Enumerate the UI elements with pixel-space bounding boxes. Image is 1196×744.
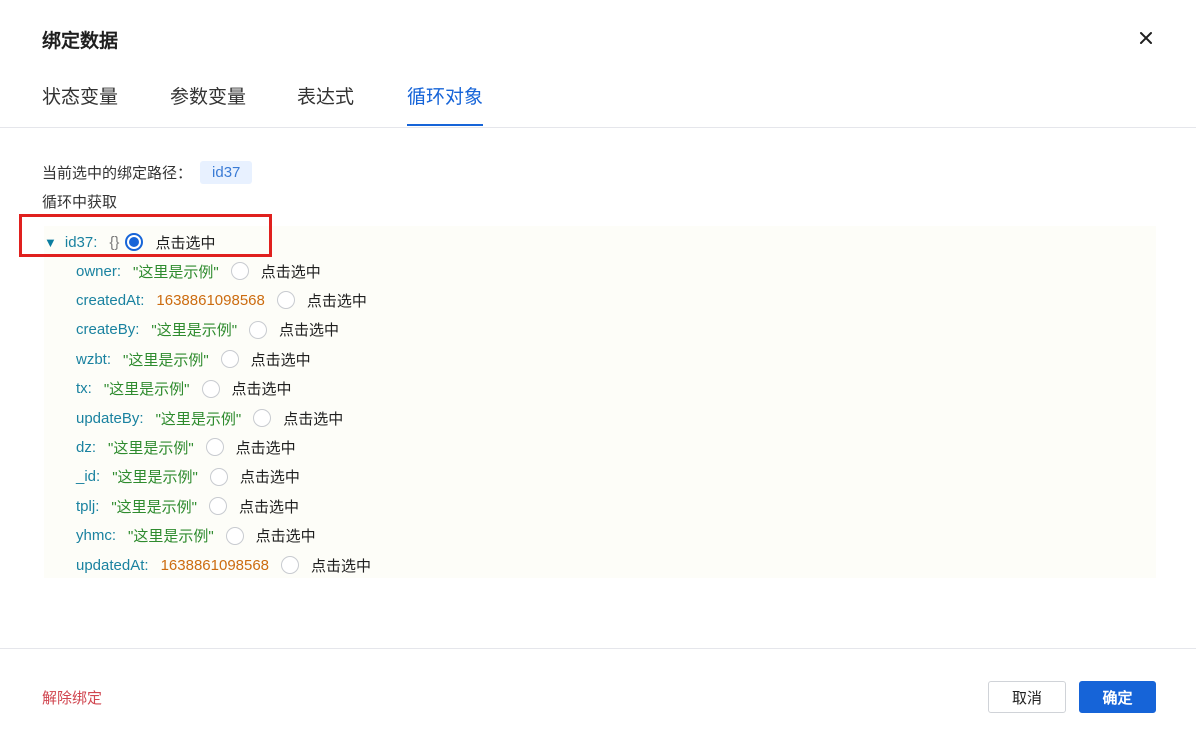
node-colon: :: [91, 438, 97, 456]
data-tree: ▼ id37: {} 点击选中 owner: "这里是示例" 点击选中 created…: [44, 226, 1156, 578]
node-select-radio[interactable]: [249, 320, 268, 339]
node-value: "这里是示例": [111, 498, 198, 516]
footer-divider: [0, 648, 1196, 649]
node-select-radio[interactable]: [209, 497, 228, 516]
pick-label[interactable]: 点击选中: [256, 525, 316, 546]
node-colon: :: [140, 291, 145, 309]
tab-state-variable[interactable]: 状态变量: [42, 82, 118, 109]
node-key: tx: [76, 380, 88, 398]
node-key: yhmc: [76, 527, 112, 545]
node-value: "这里是示例": [151, 322, 238, 340]
node-value: "这里是示例": [133, 263, 219, 281]
confirm-button[interactable]: 确定: [1079, 681, 1156, 713]
tree-child-node: tplj: "这里是示例" 点击选中: [76, 492, 299, 520]
tree-child-node: createdAt:1638861098568 点击选中: [76, 286, 367, 314]
node-colon: :: [116, 262, 122, 280]
node-colon: :: [135, 321, 140, 339]
tree-child-node: owner: "这里是示例" 点击选中: [76, 257, 321, 285]
node-key: dz: [76, 438, 92, 456]
highlight-box: [19, 214, 272, 257]
node-key: _id: [76, 468, 97, 486]
tree-child-node: wzbt: "这里是示例" 点击选中: [76, 345, 311, 373]
active-tab-indicator: [407, 124, 483, 126]
node-key: tplj: [76, 497, 96, 515]
tree-child-node: dz: "这里是示例" 点击选中: [76, 433, 296, 461]
node-value: 1638861098568: [156, 291, 265, 309]
node-value: "这里是示例": [123, 351, 209, 369]
node-value: 1638861098568: [160, 556, 270, 574]
node-key: createdAt: [76, 291, 141, 309]
node-value: "这里是示例": [103, 381, 190, 399]
pick-label[interactable]: 点击选中: [240, 466, 300, 487]
pick-label[interactable]: 点击选中: [236, 437, 296, 458]
node-colon: :: [144, 556, 149, 574]
node-select-radio[interactable]: [225, 526, 244, 545]
pick-label[interactable]: 点击选中: [251, 349, 311, 370]
node-value: "这里是示例": [112, 469, 198, 487]
dialog-title: 绑定数据: [42, 31, 119, 52]
node-select-radio[interactable]: [281, 556, 300, 574]
node-select-radio[interactable]: [230, 262, 249, 280]
binding-path-row: 当前选中的绑定路径： id37: [42, 160, 253, 184]
tree-child-node: updatedAt:1638861098568 点击选中: [76, 551, 371, 579]
pick-label[interactable]: 点击选中: [232, 378, 292, 399]
tab-expression[interactable]: 表达式: [297, 82, 354, 109]
pick-label[interactable]: 点击选中: [283, 408, 343, 429]
unbind-link[interactable]: 解除绑定: [42, 687, 102, 708]
node-select-radio[interactable]: [253, 409, 272, 427]
tab-bar: 状态变量 参数变量 表达式 循环对象: [0, 72, 1196, 128]
tree-child-node: yhmc: "这里是示例" 点击选中: [76, 522, 316, 550]
node-key: wzbt: [76, 350, 107, 368]
node-select-radio[interactable]: [201, 379, 220, 398]
node-key: createBy: [76, 321, 136, 339]
pick-label[interactable]: 点击选中: [311, 555, 371, 576]
binding-path-tag: id37: [200, 160, 253, 184]
node-colon: :: [95, 497, 100, 515]
close-icon: [1140, 32, 1152, 44]
tree-child-node: updateBy: "这里是示例" 点击选中: [76, 404, 343, 432]
pick-label[interactable]: 点击选中: [261, 261, 321, 282]
node-key: owner: [76, 262, 117, 280]
node-value: "这里是示例": [155, 410, 242, 428]
node-colon: :: [96, 468, 101, 486]
node-colon: :: [139, 409, 144, 427]
tab-loop-object[interactable]: 循环对象: [407, 82, 483, 109]
node-key: updatedAt: [76, 556, 145, 574]
pick-label[interactable]: 点击选中: [239, 496, 299, 517]
node-select-radio[interactable]: [209, 467, 228, 486]
pick-label[interactable]: 点击选中: [307, 290, 367, 311]
node-colon: :: [111, 527, 117, 545]
tab-param-variable[interactable]: 参数变量: [170, 82, 246, 109]
pick-label[interactable]: 点击选中: [279, 319, 339, 340]
tree-child-node: tx: "这里是示例" 点击选中: [76, 375, 292, 403]
node-key: updateBy: [76, 409, 140, 427]
node-select-radio[interactable]: [220, 350, 239, 369]
node-colon: :: [106, 350, 112, 368]
node-colon: :: [87, 380, 92, 398]
node-select-radio[interactable]: [276, 291, 295, 310]
close-button[interactable]: [1134, 26, 1158, 50]
cancel-button[interactable]: 取消: [988, 681, 1066, 713]
node-select-radio[interactable]: [205, 438, 224, 457]
node-value: "这里是示例": [108, 439, 194, 457]
tree-child-node: createBy: "这里是示例" 点击选中: [76, 316, 339, 344]
tree-child-node: _id: "这里是示例" 点击选中: [76, 463, 300, 491]
node-value: "这里是示例": [128, 528, 214, 546]
binding-path-label: 当前选中的绑定路径：: [42, 164, 193, 182]
section-label: 循环中获取: [42, 194, 118, 211]
